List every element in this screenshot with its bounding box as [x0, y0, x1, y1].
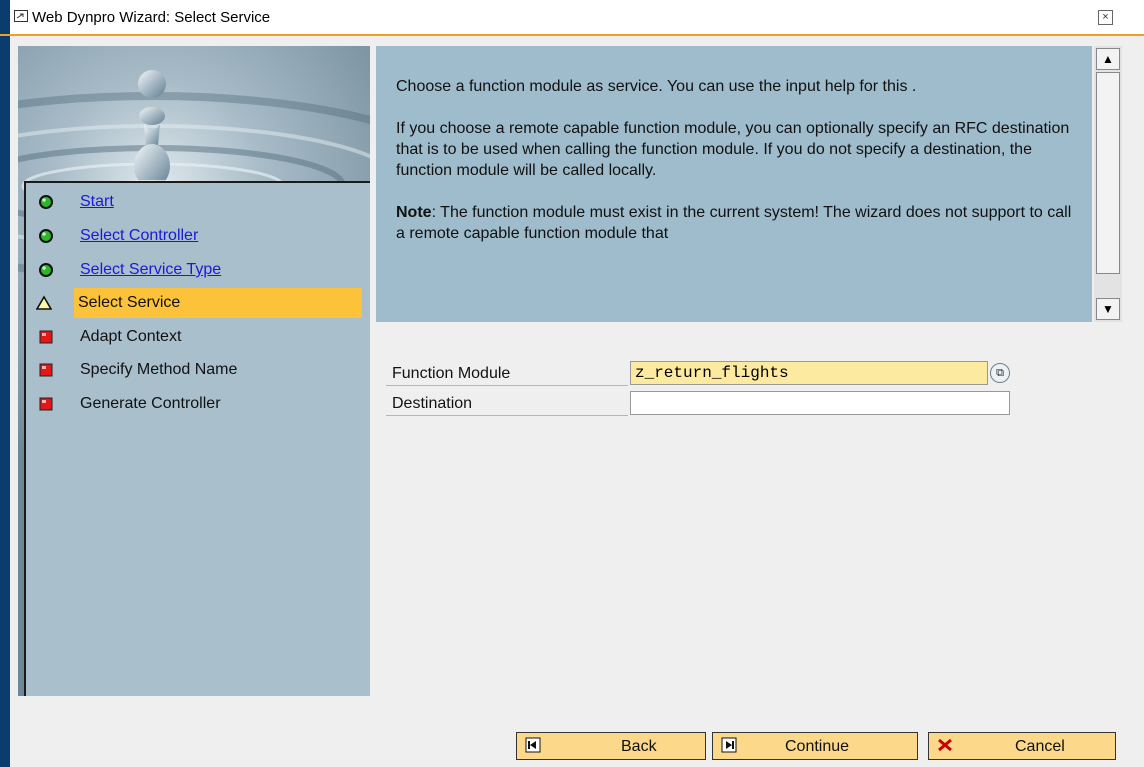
step-label: Select Service — [78, 294, 181, 311]
scroll-thumb[interactable] — [1096, 72, 1120, 274]
green-light-icon — [39, 229, 53, 243]
red-square-icon — [39, 330, 53, 344]
wizard-step-list: Start Select Controller Select Service T… — [24, 181, 370, 696]
step-select-controller[interactable]: Select Controller — [36, 221, 366, 251]
note-paragraph: Note: The function module must exist in … — [396, 202, 1076, 244]
warning-triangle-icon — [36, 295, 52, 310]
info-paragraph: Choose a function module as service. You… — [396, 78, 917, 95]
continue-icon — [721, 737, 737, 753]
step-label[interactable]: Select Service Type — [80, 261, 221, 279]
title-bar: Web Dynpro Wizard: Select Service × — [0, 0, 1144, 36]
step-specify-method-name: Specify Method Name — [36, 355, 366, 385]
destination-label: Destination — [386, 391, 628, 416]
title-bar-accent — [0, 0, 10, 34]
note-label: Note — [396, 204, 432, 221]
step-start[interactable]: Start — [36, 187, 366, 217]
info-text: Choose a function module as service. You… — [396, 76, 1076, 265]
red-square-icon — [39, 363, 53, 377]
cancel-icon — [938, 738, 952, 752]
green-light-icon — [39, 263, 53, 277]
step-adapt-context: Adapt Context — [36, 322, 366, 352]
step-select-service: Select Service — [36, 288, 362, 318]
continue-button[interactable]: Continue — [712, 732, 918, 760]
step-select-service-type[interactable]: Select Service Type — [36, 255, 366, 285]
step-label: Specify Method Name — [80, 361, 238, 378]
info-paragraph: If you choose a remote capable function … — [396, 120, 1070, 179]
step-label: Generate Controller — [80, 395, 221, 412]
info-scrollbar[interactable]: ▲ ▼ — [1094, 46, 1122, 322]
window-left-edge — [0, 36, 10, 767]
window-icon — [14, 10, 28, 22]
wizard-steps-panel: Start Select Controller Select Service T… — [18, 46, 370, 696]
scroll-down-icon[interactable]: ▼ — [1096, 298, 1120, 320]
back-label: Back — [621, 738, 657, 755]
red-square-icon — [39, 397, 53, 411]
cancel-button[interactable]: Cancel — [928, 732, 1116, 760]
step-label: Adapt Context — [80, 328, 182, 345]
back-button[interactable]: Back — [516, 732, 706, 760]
info-panel: Choose a function module as service. You… — [376, 46, 1092, 322]
scroll-up-icon[interactable]: ▲ — [1096, 48, 1120, 70]
window-title: Web Dynpro Wizard: Select Service — [32, 9, 271, 26]
destination-input[interactable] — [630, 391, 1010, 415]
value-help-icon[interactable]: ⧉ — [990, 363, 1010, 383]
close-icon[interactable]: × — [1098, 10, 1113, 25]
wizard-window: Web Dynpro Wizard: Select Service × Star… — [0, 0, 1144, 767]
function-module-input[interactable]: z_return_flights — [630, 361, 988, 385]
step-label[interactable]: Select Controller — [80, 227, 198, 245]
back-icon — [525, 737, 541, 753]
function-module-label: Function Module — [386, 361, 628, 386]
cancel-label: Cancel — [1015, 738, 1065, 755]
step-label[interactable]: Start — [80, 193, 114, 211]
note-text: : The function module must exist in the … — [396, 204, 1072, 242]
continue-label: Continue — [785, 738, 850, 755]
green-light-icon — [39, 195, 53, 209]
step-generate-controller: Generate Controller — [36, 389, 366, 419]
